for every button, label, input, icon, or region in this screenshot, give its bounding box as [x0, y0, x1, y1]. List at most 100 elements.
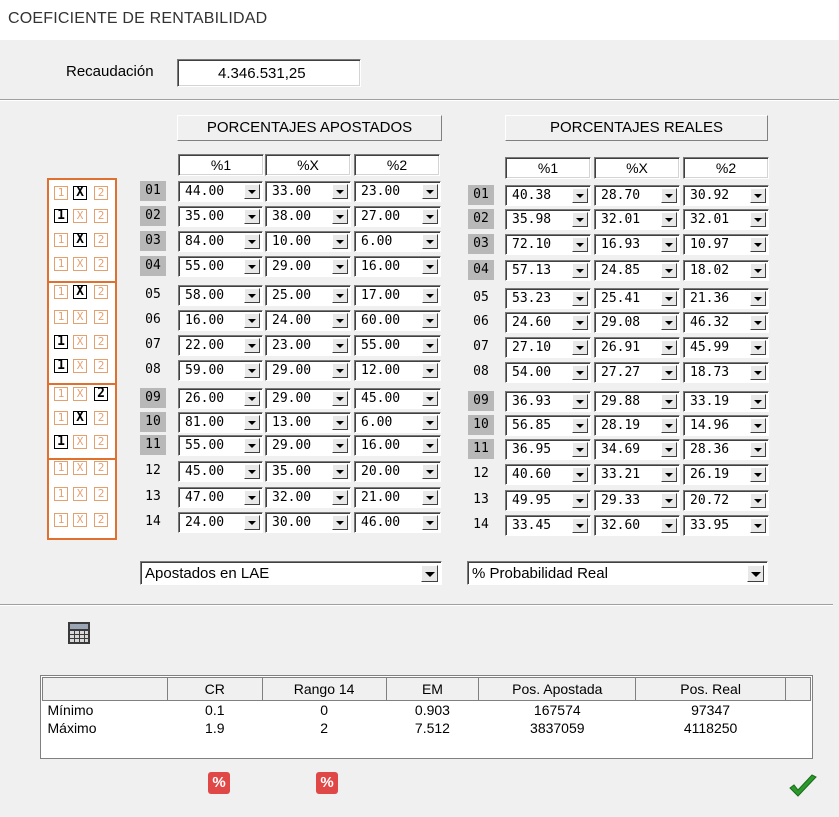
- chevron-down-icon[interactable]: [332, 415, 348, 430]
- apostados-percent-select[interactable]: 55.00: [354, 335, 441, 356]
- slip-cell-2[interactable]: 2: [94, 487, 108, 501]
- slip-cell-2[interactable]: 2: [94, 359, 108, 373]
- slip-cell-2[interactable]: 2: [94, 387, 108, 401]
- apostados-percent-select[interactable]: 81.00: [178, 412, 263, 433]
- apostados-percent-select[interactable]: 32.00: [265, 487, 351, 508]
- chevron-down-icon[interactable]: [422, 234, 438, 249]
- chevron-down-icon[interactable]: [661, 493, 677, 508]
- chevron-down-icon[interactable]: [661, 518, 677, 533]
- chevron-down-icon[interactable]: [244, 363, 260, 378]
- reales-percent-select[interactable]: 26.91: [594, 337, 680, 358]
- apostados-percent-select[interactable]: 13.00: [265, 412, 351, 433]
- chevron-down-icon[interactable]: [661, 315, 677, 330]
- chevron-down-icon[interactable]: [244, 313, 260, 328]
- slip-cell-1[interactable]: 1: [54, 387, 68, 401]
- apostados-percent-select[interactable]: 22.00: [178, 335, 263, 356]
- apostados-percent-select[interactable]: 10.00: [265, 231, 351, 252]
- slip-cell-2[interactable]: 2: [94, 285, 108, 299]
- chevron-down-icon[interactable]: [422, 184, 438, 199]
- apostados-percent-select[interactable]: 46.00: [354, 512, 441, 533]
- reales-percent-select[interactable]: 27.10: [505, 337, 591, 358]
- chevron-down-icon[interactable]: [750, 518, 766, 533]
- chevron-down-icon[interactable]: [750, 365, 766, 380]
- apostados-percent-select[interactable]: 16.00: [354, 256, 441, 277]
- recaudacion-field[interactable]: 4.346.531,25: [177, 59, 361, 87]
- apostados-percent-select[interactable]: 17.00: [354, 285, 441, 306]
- slip-cell-1[interactable]: 1: [54, 257, 68, 271]
- chevron-down-icon[interactable]: [244, 464, 260, 479]
- chevron-down-icon[interactable]: [661, 237, 677, 252]
- chevron-down-icon[interactable]: [661, 212, 677, 227]
- reales-percent-select[interactable]: 45.99: [683, 337, 769, 358]
- chevron-down-icon[interactable]: [750, 418, 766, 433]
- chevron-down-icon[interactable]: [750, 467, 766, 482]
- apostados-percent-select[interactable]: 45.00: [354, 388, 441, 409]
- chevron-down-icon[interactable]: [244, 438, 260, 453]
- reales-percent-select[interactable]: 33.95: [683, 515, 769, 536]
- chevron-down-icon[interactable]: [572, 493, 588, 508]
- chevron-down-icon[interactable]: [422, 438, 438, 453]
- reales-percent-select[interactable]: 36.93: [505, 391, 591, 412]
- apostados-percent-select[interactable]: 47.00: [178, 487, 263, 508]
- slip-cell-x[interactable]: X: [73, 411, 87, 425]
- chevron-down-icon[interactable]: [750, 237, 766, 252]
- chevron-down-icon[interactable]: [332, 259, 348, 274]
- chevron-down-icon[interactable]: [750, 212, 766, 227]
- chevron-down-icon[interactable]: [661, 291, 677, 306]
- chevron-down-icon[interactable]: [572, 365, 588, 380]
- reales-percent-select[interactable]: 72.10: [505, 234, 591, 255]
- reales-percent-select[interactable]: 28.36: [683, 439, 769, 460]
- slip-cell-1[interactable]: 1: [54, 335, 68, 349]
- slip-cell-1[interactable]: 1: [54, 461, 68, 475]
- slip-cell-2[interactable]: 2: [94, 435, 108, 449]
- chevron-down-icon[interactable]: [661, 340, 677, 355]
- slip-cell-2[interactable]: 2: [94, 411, 108, 425]
- slip-cell-x[interactable]: X: [73, 513, 87, 527]
- slip-cell-2[interactable]: 2: [94, 513, 108, 527]
- reales-percent-select[interactable]: 28.70: [594, 185, 680, 206]
- apostados-percent-select[interactable]: 44.00: [178, 181, 263, 202]
- slip-cell-x[interactable]: X: [73, 233, 87, 247]
- checkmark-icon[interactable]: [788, 774, 818, 800]
- chevron-down-icon[interactable]: [332, 391, 348, 406]
- reales-percent-select[interactable]: 24.85: [594, 260, 680, 281]
- chevron-down-icon[interactable]: [244, 338, 260, 353]
- calculator-icon[interactable]: [67, 621, 91, 645]
- apostados-percent-select[interactable]: 16.00: [354, 435, 441, 456]
- chevron-down-icon[interactable]: [750, 291, 766, 306]
- chevron-down-icon[interactable]: [750, 442, 766, 457]
- slip-cell-2[interactable]: 2: [94, 461, 108, 475]
- chevron-down-icon[interactable]: [332, 363, 348, 378]
- apostados-percent-select[interactable]: 38.00: [265, 206, 351, 227]
- reales-percent-select[interactable]: 36.95: [505, 439, 591, 460]
- reales-percent-select[interactable]: 30.92: [683, 185, 769, 206]
- apostados-percent-select[interactable]: 35.00: [265, 461, 351, 482]
- slip-cell-x[interactable]: X: [73, 461, 87, 475]
- reales-percent-select[interactable]: 46.32: [683, 312, 769, 333]
- reales-percent-select[interactable]: 20.72: [683, 490, 769, 511]
- chevron-down-icon[interactable]: [572, 467, 588, 482]
- slip-cell-x[interactable]: X: [73, 186, 87, 200]
- apostados-percent-select[interactable]: 29.00: [265, 256, 351, 277]
- apostados-source-select[interactable]: Apostados en LAE: [140, 561, 442, 585]
- chevron-down-icon[interactable]: [244, 184, 260, 199]
- apostados-percent-select[interactable]: 35.00: [178, 206, 263, 227]
- reales-percent-select[interactable]: 14.96: [683, 415, 769, 436]
- apostados-percent-select[interactable]: 29.00: [265, 388, 351, 409]
- apostados-percent-select[interactable]: 27.00: [354, 206, 441, 227]
- chevron-down-icon[interactable]: [572, 291, 588, 306]
- chevron-down-icon[interactable]: [572, 442, 588, 457]
- apostados-percent-select[interactable]: 26.00: [178, 388, 263, 409]
- slip-cell-x[interactable]: X: [73, 285, 87, 299]
- chevron-down-icon[interactable]: [422, 490, 438, 505]
- chevron-down-icon[interactable]: [332, 338, 348, 353]
- chevron-down-icon[interactable]: [661, 394, 677, 409]
- chevron-down-icon[interactable]: [332, 288, 348, 303]
- reales-percent-select[interactable]: 10.97: [683, 234, 769, 255]
- chevron-down-icon[interactable]: [332, 515, 348, 530]
- apostados-percent-select[interactable]: 84.00: [178, 231, 263, 252]
- reales-percent-select[interactable]: 40.38: [505, 185, 591, 206]
- chevron-down-icon[interactable]: [244, 415, 260, 430]
- chevron-down-icon[interactable]: [661, 188, 677, 203]
- chevron-down-icon[interactable]: [244, 259, 260, 274]
